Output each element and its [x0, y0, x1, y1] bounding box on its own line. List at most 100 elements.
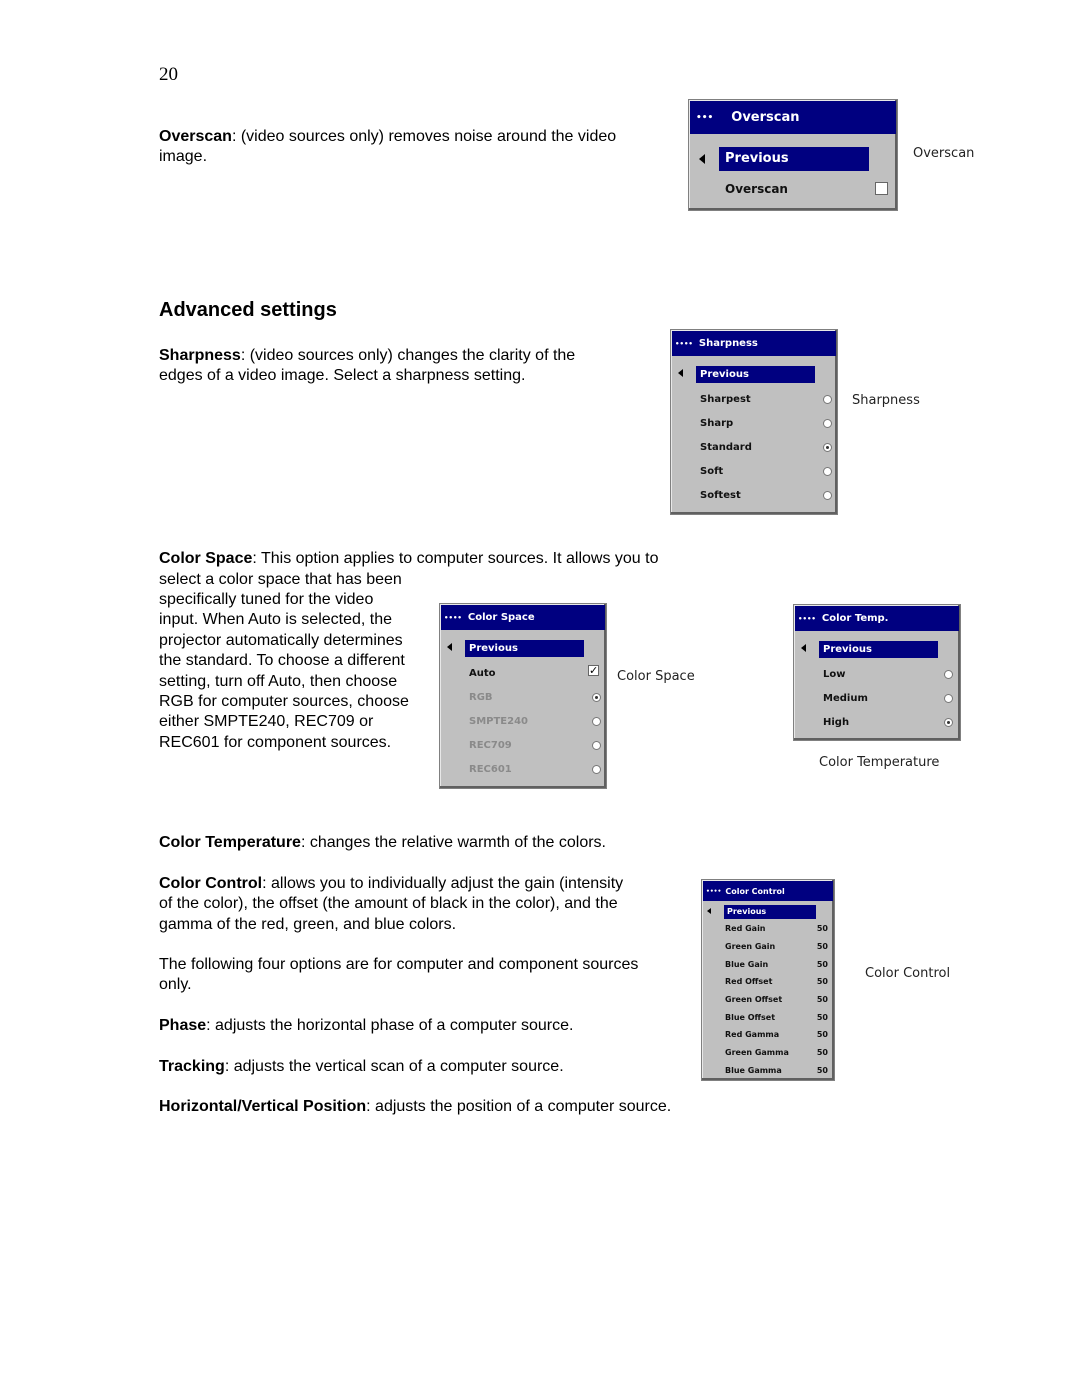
item-label: Blue Gamma [725, 1065, 782, 1075]
radio-unselected-icon[interactable] [944, 669, 953, 679]
menu-item-high[interactable]: High [794, 710, 960, 734]
item-label: Red Gamma [725, 1030, 780, 1040]
menu-item-sharp[interactable]: Sharp [671, 411, 837, 435]
radio-unselected-icon[interactable] [944, 693, 953, 703]
radio-selected-icon[interactable] [944, 717, 953, 727]
item-label: REC709 [469, 739, 512, 751]
menu-title: Overscan [731, 110, 800, 125]
previous-button[interactable]: Previous [724, 905, 816, 919]
overscan-paragraph: Overscan: (video sources only) removes n… [159, 127, 639, 168]
menu-item-rgb[interactable]: RGB [440, 685, 606, 709]
radio-unselected-icon[interactable] [592, 716, 601, 726]
previous-row[interactable]: Previous [689, 144, 897, 174]
item-label: REC601 [469, 763, 512, 775]
item-label: Soft [700, 465, 724, 477]
item-label: Red Offset [725, 977, 773, 987]
item-label: Medium [823, 692, 868, 704]
previous-button[interactable]: Previous [696, 366, 815, 383]
back-arrow-icon [707, 908, 711, 914]
menu-header: •••• Sharpness [672, 331, 836, 356]
radio-selected-icon[interactable] [823, 442, 832, 452]
page-number: 20 [159, 64, 178, 85]
menu-item-sharpest[interactable]: Sharpest [671, 387, 837, 411]
item-label: Softest [700, 489, 741, 501]
radio-unselected-icon[interactable] [592, 740, 601, 750]
menu-item-rec601[interactable]: REC601 [440, 757, 606, 781]
previous-button[interactable]: Previous [819, 641, 938, 658]
menu-item-blue-gamma[interactable]: Blue Gamma 50 [702, 1062, 834, 1080]
menu-item-green-gain[interactable]: Green Gain 50 [702, 938, 834, 956]
color-temp-paragraph: Color Temperature: changes the relative … [159, 833, 719, 853]
menu-item-soft[interactable]: Soft [671, 459, 837, 483]
item-value: 50 [816, 1012, 828, 1022]
menu-item-medium[interactable]: Medium [794, 686, 960, 710]
item-label: Green Gamma [725, 1048, 789, 1058]
four-options-note: The following four options are for compu… [159, 956, 639, 994]
item-label: Low [823, 668, 846, 680]
menu-item-red-offset[interactable]: Red Offset 50 [702, 973, 834, 991]
sharpness-term: Sharpness [159, 347, 241, 364]
overscan-term: Overscan [159, 128, 232, 145]
menu-item-softest[interactable]: Softest [671, 483, 837, 507]
menu-item-standard[interactable]: Standard [671, 435, 837, 459]
item-label: Auto [469, 667, 496, 679]
item-label: Sharpest [700, 393, 751, 405]
menu-item-low[interactable]: Low [794, 662, 960, 686]
menu-item-overscan[interactable]: Overscan [689, 174, 897, 204]
color-space-text-first: : This option applies to computer source… [252, 550, 659, 567]
item-label: Green Offset [725, 995, 783, 1005]
menu-item-rec709[interactable]: REC709 [440, 733, 606, 757]
phase-text: : adjusts the horizontal phase of a comp… [206, 1017, 574, 1034]
position-term: Horizontal/Vertical Position [159, 1098, 367, 1115]
previous-row[interactable]: Previous [794, 638, 960, 662]
menu-header: •••• Color Control [703, 881, 833, 901]
phase-term: Phase [159, 1017, 207, 1034]
tracking-paragraph: Tracking: adjusts the vertical scan of a… [159, 1057, 659, 1077]
menu-item-auto[interactable]: Auto ✓ [440, 661, 606, 685]
menu-item-green-gamma[interactable]: Green Gamma 50 [702, 1044, 834, 1062]
previous-row[interactable]: Previous [702, 903, 834, 920]
menu-item-smpte240[interactable]: SMPTE240 [440, 709, 606, 733]
item-value: 50 [816, 959, 828, 969]
color-space-caption: Color Space [617, 669, 695, 684]
radio-unselected-icon[interactable] [592, 764, 601, 774]
previous-row[interactable]: Previous [440, 637, 606, 661]
header-dots-icon: •••• [444, 613, 462, 622]
menu-item-red-gamma[interactable]: Red Gamma 50 [702, 1026, 834, 1044]
menu-item-green-offset[interactable]: Green Offset 50 [702, 991, 834, 1009]
radio-unselected-icon[interactable] [823, 418, 832, 428]
header-dots-icon: •••• [675, 339, 693, 348]
header-dots-icon: ••• [696, 112, 714, 123]
section-heading: Advanced settings [159, 299, 337, 321]
radio-unselected-icon[interactable] [823, 466, 832, 476]
overscan-caption: Overscan [913, 146, 975, 161]
phase-paragraph: Phase: adjusts the horizontal phase of a… [159, 1016, 659, 1036]
color-control-paragraph: Color Control: allows you to individuall… [159, 874, 634, 935]
item-value: 50 [816, 977, 828, 987]
menu-title: Color Temp. [821, 613, 889, 624]
header-dots-icon: •••• [706, 887, 722, 895]
item-value: 50 [816, 995, 828, 1005]
item-label: RGB [469, 691, 493, 703]
sharpness-paragraph: Sharpness: (video sources only) changes … [159, 346, 609, 387]
item-value: 50 [816, 942, 828, 952]
color-space-text-rest: select a color space that has been speci… [159, 570, 409, 751]
previous-button[interactable]: Previous [465, 640, 584, 657]
menu-item-blue-offset[interactable]: Blue Offset 50 [702, 1008, 834, 1026]
color-control-term: Color Control [159, 875, 263, 892]
radio-unselected-icon[interactable] [823, 490, 832, 500]
item-label: Red Gain [725, 924, 766, 934]
overscan-checkbox[interactable] [875, 182, 888, 195]
item-value: 50 [816, 1030, 828, 1040]
previous-button[interactable]: Previous [719, 147, 869, 171]
auto-checkbox[interactable]: ✓ [588, 665, 599, 676]
position-paragraph: Horizontal/Vertical Position: adjusts th… [159, 1097, 679, 1117]
menu-item-red-gain[interactable]: Red Gain 50 [702, 920, 834, 938]
previous-row[interactable]: Previous [671, 363, 837, 387]
item-value: 50 [816, 924, 828, 934]
radio-selected-icon[interactable] [592, 692, 601, 702]
radio-unselected-icon[interactable] [823, 394, 832, 404]
menu-item-blue-gain[interactable]: Blue Gain 50 [702, 955, 834, 973]
item-value: 50 [816, 1065, 828, 1075]
back-arrow-icon [447, 643, 452, 651]
